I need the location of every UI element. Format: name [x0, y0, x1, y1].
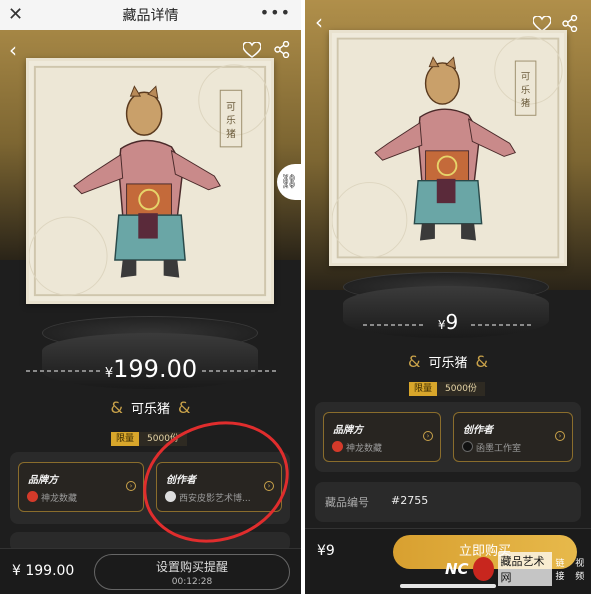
knot-icon: & — [178, 398, 191, 417]
chevron-right-icon: › — [555, 431, 565, 441]
creator-logo-icon — [462, 441, 473, 452]
brand-logo-icon — [27, 491, 38, 502]
left-collectible-screen: ✕ 藏品详情 ••• ‹ 可 乐 猪 ⛓ ¥199.00 & 可乐猪 & 限量 … — [0, 0, 301, 594]
svg-text:猪: 猪 — [521, 97, 530, 109]
bottom-price: ¥ 199.00 — [12, 563, 75, 579]
dash-left — [26, 370, 100, 372]
page-title: 藏品详情 — [122, 8, 179, 24]
shadow-puppet-pig-art: 可 乐 猪 — [332, 36, 563, 259]
dash-right — [471, 324, 533, 326]
artwork-frame[interactable]: 可 乐 猪 — [329, 30, 567, 266]
watermark-logo-icon — [472, 557, 494, 581]
more-icon[interactable]: ••• — [260, 3, 291, 22]
serial-label: 藏品编号 — [325, 496, 369, 509]
brand-box[interactable]: 品牌方 神龙数藏 › — [18, 462, 144, 512]
svg-text:猪: 猪 — [226, 128, 236, 140]
back-icon[interactable]: ‹ — [315, 12, 323, 32]
svg-text:可: 可 — [521, 72, 530, 83]
comparison-stage: ✕ 藏品详情 ••• ‹ 可 乐 猪 ⛓ ¥199.00 & 可乐猪 & 限量 … — [0, 0, 591, 594]
price-display: ¥199.00 — [104, 355, 198, 383]
svg-text:乐: 乐 — [226, 114, 236, 126]
knot-icon: & — [110, 398, 123, 417]
share-icon[interactable] — [274, 41, 290, 58]
set-reminder-button[interactable]: 设置购买提醒 00:12:28 — [94, 554, 290, 590]
heart-icon[interactable] — [243, 42, 261, 58]
svg-text:乐: 乐 — [521, 84, 530, 96]
limit-badge: 限量 5000份 — [409, 382, 485, 396]
bottom-bar: ¥ 199.00 设置购买提醒 00:12:28 — [0, 548, 301, 594]
serial-value: #2755 — [391, 494, 429, 507]
collectible-name: 可乐猪 — [428, 356, 468, 371]
serial-card: 藏品编号 #2755 — [315, 482, 581, 522]
watermark: NC 藏品艺术网 链接 视频 — [445, 552, 591, 586]
collectible-name: 可乐猪 — [130, 402, 170, 417]
close-icon[interactable]: ✕ — [8, 4, 23, 25]
price-display: ¥9 — [437, 310, 459, 334]
right-collectible-screen: ‹ 可 乐 猪 ¥9 & 可乐猪 & 限量 5000份 品牌方 神龙数藏 › 创… — [305, 0, 591, 594]
brand-logo-icon — [332, 441, 343, 452]
dash-left — [363, 324, 425, 326]
dash-right — [202, 370, 276, 372]
creator-box[interactable]: 创作者 函墨工作室 › — [453, 412, 573, 462]
artwork-frame[interactable]: 可 乐 猪 — [26, 58, 274, 304]
bottom-price: ¥9 — [317, 543, 335, 559]
shadow-puppet-pig-art: 可 乐 猪 — [29, 64, 270, 297]
chevron-right-icon: › — [126, 481, 136, 491]
publisher-card: 品牌方 神龙数藏 › 创作者 函墨工作室 › — [315, 402, 581, 472]
chevron-right-icon: › — [423, 431, 433, 441]
collectible-name-row: & 可乐猪 & — [305, 352, 591, 371]
knot-icon: & — [475, 352, 488, 371]
title-bar: ✕ 藏品详情 ••• — [0, 0, 301, 30]
knot-icon: & — [408, 352, 421, 371]
countdown: 00:12:28 — [171, 577, 213, 587]
svg-text:可: 可 — [226, 102, 236, 113]
collectible-name-row: & 可乐猪 & — [0, 398, 301, 417]
brand-box[interactable]: 品牌方 神龙数藏 › — [323, 412, 441, 462]
back-icon[interactable]: ‹ — [9, 40, 17, 60]
